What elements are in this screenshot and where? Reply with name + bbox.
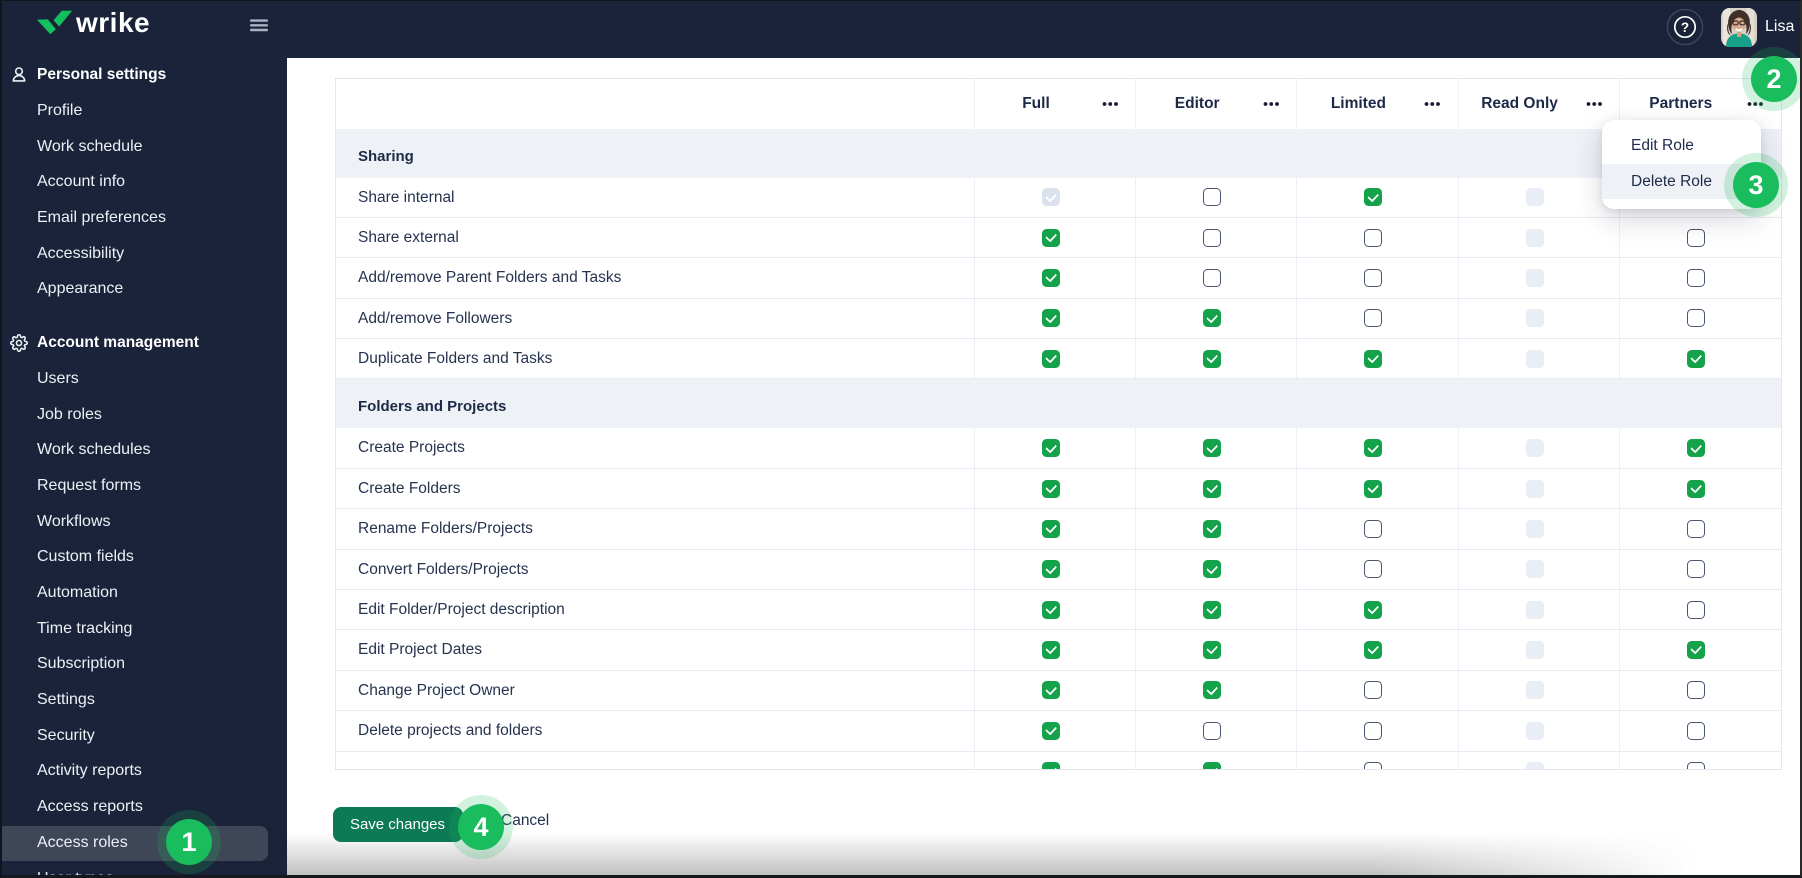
svg-text:?: ? [1681,20,1689,35]
